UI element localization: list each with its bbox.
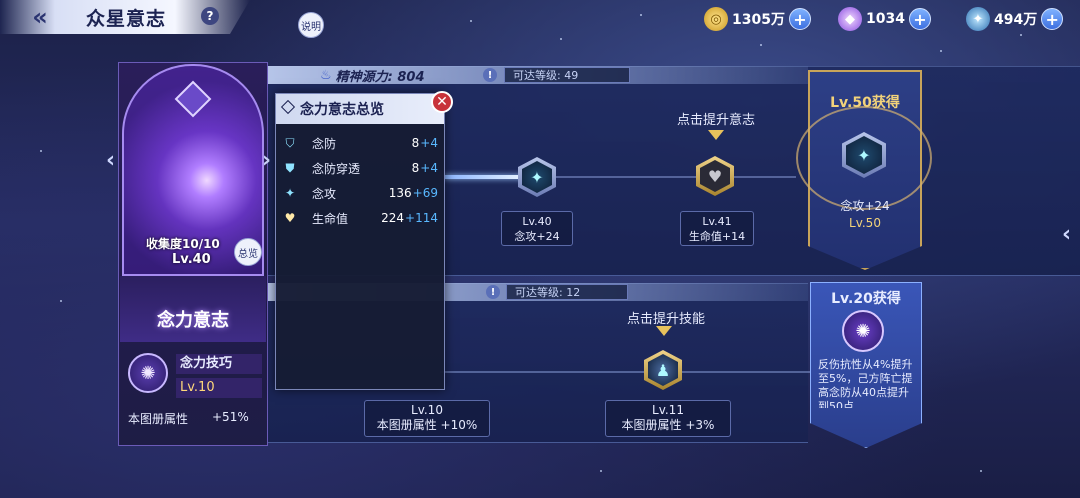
swirl-skill-icon: ✺	[842, 310, 884, 352]
progress-line-filled	[444, 175, 524, 179]
sparkle-icon: ✦	[846, 136, 882, 174]
node-level: Lv.10	[411, 403, 443, 417]
stat-name: 念防	[312, 136, 337, 151]
background-star	[640, 14, 642, 16]
card-name: 念力意志	[157, 310, 229, 331]
node-lv40-label: Lv.40 念攻+24	[501, 211, 573, 246]
skill-level: Lv.10	[176, 378, 262, 398]
background-star	[40, 150, 42, 152]
reward-title: Lv.50获得	[830, 95, 900, 111]
upgrade-will-hint: 点击提升意志	[676, 113, 755, 128]
diamond-amount: 1034	[866, 11, 905, 27]
sparkle-icon: ✦	[522, 161, 552, 193]
collection-progress: 收集度10/10	[146, 237, 220, 251]
stat-row: ✦ 念攻 136 +69	[282, 183, 438, 203]
prev-card-arrow-icon[interactable]: ‹	[106, 148, 115, 173]
figure-icon: ♟	[648, 354, 678, 386]
stat-bonus: +4	[420, 161, 438, 175]
sparkle-icon: ✦	[284, 186, 296, 200]
add-diamond-button[interactable]: +	[908, 8, 931, 30]
popup-title: 念力意志总览	[300, 102, 384, 118]
close-button[interactable]: ✕	[431, 91, 453, 113]
flame-icon: ♨	[320, 67, 332, 83]
node-level: Lv.11	[652, 403, 684, 417]
stat-bonus: +4	[420, 136, 438, 150]
stat-value: 224	[381, 211, 405, 225]
star-shard-icon: ✦	[966, 7, 990, 31]
next-card-arrow-icon[interactable]: ›	[262, 148, 271, 173]
node-lv10-label: Lv.10 本图册属性 +10%	[364, 400, 490, 437]
right-edge-arrow-icon[interactable]: ‹	[1062, 222, 1071, 247]
overview-button[interactable]: 总览	[234, 238, 262, 266]
background-star	[1020, 34, 1022, 36]
node-effect: 念攻+24	[514, 230, 560, 243]
reward-level: Lv.50	[849, 216, 881, 230]
node-level: Lv.41	[702, 215, 732, 228]
stat-row: ⛊ 念防穿透 8 +4	[282, 158, 438, 178]
background-star	[760, 44, 762, 46]
background-star	[600, 470, 602, 472]
pierce-shield-icon: ⛊	[285, 160, 295, 175]
gold-coin-icon: ◎	[704, 7, 728, 31]
shield-icon: ⛉	[285, 135, 295, 150]
shard-amount: 494万	[994, 12, 1038, 28]
shard-resource: ✦ 494万 +	[966, 6, 1064, 32]
reward-title: Lv.20获得	[831, 291, 901, 307]
double-chevron-left-icon: «	[32, 3, 47, 31]
background-star	[60, 300, 62, 302]
reach-level-tag: 可达等级: 49	[504, 67, 630, 83]
background-star	[940, 50, 942, 52]
gold-resource: ◎ 1305万 +	[704, 6, 811, 32]
stat-row: ♥ 生命值 224 +114	[282, 208, 438, 228]
background-star	[560, 38, 562, 40]
stat-value: 136	[388, 186, 412, 200]
bonus-value: +51%	[212, 410, 249, 424]
node-effect: 本图册属性 +3%	[621, 418, 715, 432]
swirl-skill-icon[interactable]: ✺	[128, 353, 168, 393]
node-effect: 生命值+14	[688, 230, 746, 243]
card-level: Lv.40	[172, 252, 211, 267]
bonus-label: 本图册属性	[128, 412, 189, 426]
back-button[interactable]: «	[8, 3, 64, 31]
node-lv41-label: Lv.41 生命值+14	[680, 211, 754, 246]
stat-name: 念攻	[312, 186, 337, 201]
skill-name: 念力技巧	[176, 354, 262, 374]
reward-effect: 念攻+24	[840, 199, 890, 213]
help-icon[interactable]: ?	[201, 7, 219, 25]
stat-name: 念防穿透	[312, 161, 361, 176]
page-title: 众星意志	[86, 8, 167, 30]
reward-description: 反伤抗性从4%提升至5%，己方阵亡提高念防从40点提升到50点	[818, 358, 913, 408]
info-icon[interactable]: !	[483, 68, 497, 82]
stat-value: 8	[411, 161, 420, 175]
add-shard-button[interactable]: +	[1041, 8, 1064, 30]
add-gold-button[interactable]: +	[788, 8, 811, 30]
stat-bonus: +114	[405, 211, 438, 225]
explain-button[interactable]: 说明	[298, 12, 324, 38]
triangle-marker-icon	[708, 130, 724, 140]
spirit-power-label: 精神源力: 804	[335, 69, 425, 85]
background-star	[980, 470, 982, 472]
diamond-resource: ◆ 1034 +	[838, 6, 931, 32]
diamond-icon: ◆	[838, 7, 862, 31]
background-star	[470, 20, 472, 22]
stat-row: ⛉ 念防 8 +4	[282, 133, 438, 153]
stat-bonus: +69	[412, 186, 438, 200]
progress-line	[440, 371, 810, 373]
triangle-marker-icon	[656, 326, 672, 336]
heart-icon: ♥	[284, 211, 296, 225]
heart-icon: ♥	[700, 160, 730, 192]
reach-level-tag: 可达等级: 12	[506, 284, 628, 300]
spirit-power: ♨ 精神源力: 804	[320, 66, 425, 85]
node-effect: 本图册属性 +10%	[376, 418, 478, 432]
stat-value: 8	[411, 136, 420, 150]
upgrade-skill-hint: 点击提升技能	[626, 312, 705, 327]
stat-name: 生命值	[312, 211, 349, 226]
gold-amount: 1305万	[732, 12, 785, 28]
node-lv11-label: Lv.11 本图册属性 +3%	[605, 400, 731, 437]
node-level: Lv.40	[522, 215, 552, 228]
info-icon[interactable]: !	[486, 285, 500, 299]
progress-line	[556, 176, 796, 178]
